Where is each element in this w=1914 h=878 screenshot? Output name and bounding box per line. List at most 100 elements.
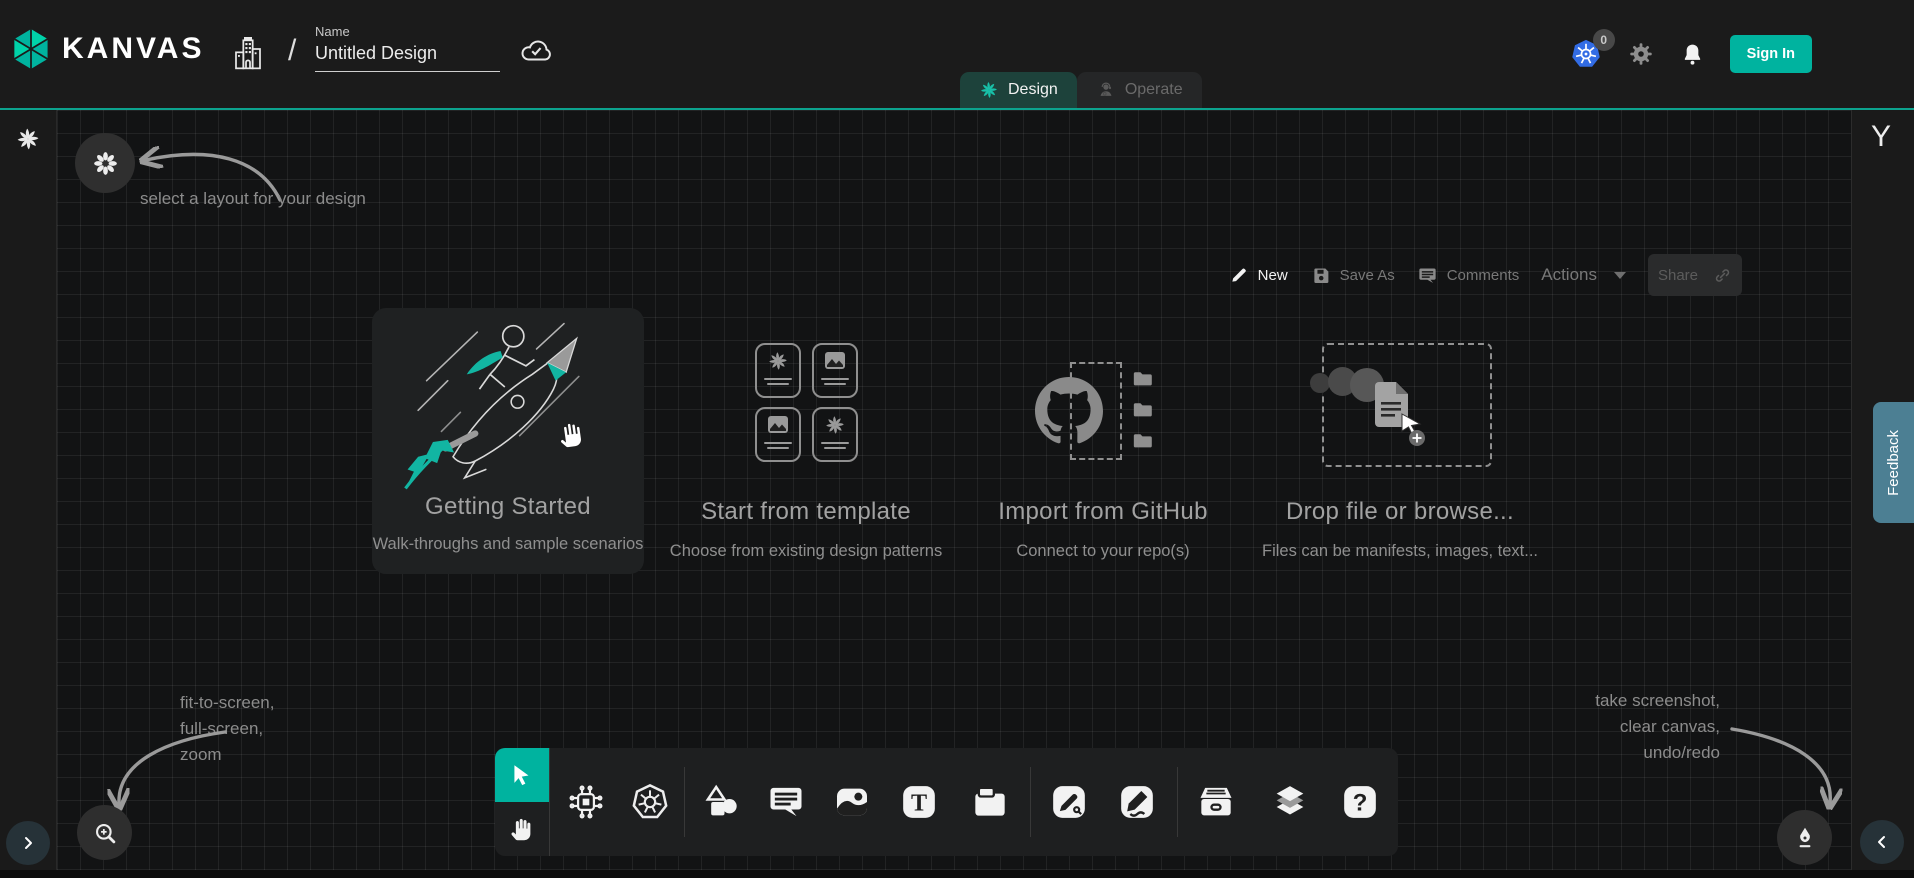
design-name-field: Name xyxy=(315,24,500,72)
meshery-pinwheel-icon[interactable] xyxy=(15,126,41,152)
brand-name: KANVAS xyxy=(62,32,204,66)
design-name-input[interactable] xyxy=(315,43,500,72)
folder-icon xyxy=(1128,368,1158,390)
template-title[interactable]: Start from template xyxy=(656,498,956,526)
bottom-edge-strip xyxy=(0,870,1914,878)
getting-started-subtitle: Walk-throughs and sample scenarios xyxy=(372,535,644,554)
organization-icon[interactable] xyxy=(232,32,264,74)
cluster-count-badge: 0 xyxy=(1593,29,1615,51)
github-subtitle: Connect to your repo(s) xyxy=(943,542,1263,561)
bell-icon[interactable] xyxy=(1679,41,1706,68)
kubernetes-tool-button[interactable] xyxy=(628,780,672,824)
hand-cursor-icon xyxy=(555,418,589,452)
comments-bubble-icon xyxy=(1417,265,1438,286)
layout-selector-button[interactable] xyxy=(75,133,135,193)
plus-badge xyxy=(1409,430,1425,446)
dock-divider xyxy=(1177,767,1178,837)
cloud-saved-icon[interactable] xyxy=(519,36,553,62)
pencil-icon xyxy=(1229,265,1249,285)
feedback-label: Feedback xyxy=(1885,430,1902,496)
gear-icon[interactable] xyxy=(1627,40,1655,68)
pan-tool-button[interactable] xyxy=(495,802,550,856)
shapes-tool-button[interactable] xyxy=(700,780,744,824)
sign-in-button[interactable]: Sign In xyxy=(1730,35,1812,73)
kanvas-app: KANVAS / Name xyxy=(0,0,1914,878)
brand-logo[interactable]: KANVAS xyxy=(12,28,204,70)
folder-icon xyxy=(1128,430,1158,452)
design-canvas[interactable]: New Save As Comments xyxy=(57,110,1851,870)
sketch-tool-button[interactable] xyxy=(1115,780,1159,824)
hint-arrow-screenshot xyxy=(1712,715,1872,815)
dock-divider xyxy=(1030,767,1031,837)
image-tool-button[interactable] xyxy=(830,780,874,824)
tab-design[interactable]: Design xyxy=(960,72,1077,108)
pen-tool-button[interactable] xyxy=(1047,780,1091,824)
layout-hint-text: select a layout for your design xyxy=(140,186,366,212)
caret-down-icon xyxy=(1614,272,1626,279)
new-button[interactable]: New xyxy=(1229,265,1288,285)
header-actions: 0 Sign In xyxy=(1569,0,1812,108)
help-tool-button[interactable]: ? xyxy=(1338,780,1382,824)
dock-divider xyxy=(684,767,685,837)
y-handle-glyph[interactable]: Y xyxy=(1871,120,1891,154)
zoom-button[interactable] xyxy=(77,805,132,860)
tab-operate[interactable]: Operate xyxy=(1077,72,1202,108)
pattern-pinwheel-icon xyxy=(824,414,846,436)
tab-operate-label: Operate xyxy=(1125,81,1183,99)
tab-design-label: Design xyxy=(1008,81,1058,99)
name-label: Name xyxy=(315,24,500,39)
component-circuit-icon xyxy=(567,783,605,821)
feedback-tab[interactable]: Feedback xyxy=(1873,402,1914,523)
catalog-tool-button[interactable] xyxy=(1194,780,1238,824)
tool-dock: T xyxy=(495,748,1398,856)
template-tile xyxy=(812,407,858,462)
layers-tool-button[interactable] xyxy=(1268,780,1312,824)
screenshot-hint-text: take screenshot, clear canvas, undo/redo xyxy=(1595,688,1720,766)
select-cursor-icon xyxy=(509,762,535,788)
share-link-icon xyxy=(1713,266,1732,285)
start-from-template-card[interactable] xyxy=(755,343,858,462)
save-as-button[interactable]: Save As xyxy=(1310,265,1395,286)
drop-trail-circle xyxy=(1310,373,1330,393)
select-tool-button[interactable] xyxy=(495,748,550,802)
left-rail xyxy=(0,110,57,870)
expand-left-panel-button[interactable] xyxy=(6,821,50,865)
catalog-drawer-icon xyxy=(1196,782,1236,822)
repo-folders xyxy=(1128,368,1158,452)
svg-text:T: T xyxy=(911,789,927,816)
chevron-right-icon xyxy=(20,835,36,851)
canvas-toolbar: New Save As Comments xyxy=(1229,253,1742,297)
template-tile xyxy=(755,343,801,398)
getting-started-card[interactable]: Getting Started Walk-throughs and sample… xyxy=(372,308,644,574)
template-tile xyxy=(812,343,858,398)
kubernetes-cluster-button[interactable]: 0 xyxy=(1569,37,1603,71)
screenshot-pen-button[interactable] xyxy=(1777,810,1832,865)
folder-icon xyxy=(1128,399,1158,421)
share-button[interactable]: Share xyxy=(1648,254,1742,296)
drop-title[interactable]: Drop file or browse... xyxy=(1230,498,1570,526)
hint-arrow-zoom xyxy=(97,718,237,818)
layout-flower-icon xyxy=(92,150,119,177)
text-tool-button[interactable]: T xyxy=(897,780,941,824)
collapse-right-panel-button[interactable] xyxy=(1860,820,1904,864)
component-tool-button[interactable] xyxy=(564,780,608,824)
operate-person-icon xyxy=(1096,80,1116,100)
chevron-left-icon xyxy=(1874,834,1890,850)
comments-button[interactable]: Comments xyxy=(1417,265,1520,286)
template-subtitle: Choose from existing design patterns xyxy=(656,542,956,561)
image-thumb-icon xyxy=(766,414,790,436)
actions-dropdown[interactable]: Actions xyxy=(1541,265,1626,285)
breadcrumb-separator: / xyxy=(288,34,296,68)
pan-hand-icon xyxy=(509,816,536,843)
text-icon: T xyxy=(899,782,939,822)
image-icon xyxy=(832,782,872,822)
github-icon[interactable] xyxy=(1035,377,1103,445)
comment-icon xyxy=(766,782,806,822)
pen-nib-icon xyxy=(1792,825,1818,851)
rocket-illustration xyxy=(383,313,633,498)
help-icon: ? xyxy=(1340,782,1380,822)
github-title[interactable]: Import from GitHub xyxy=(943,498,1263,526)
getting-started-title: Getting Started xyxy=(372,493,644,521)
comment-tool-button[interactable] xyxy=(764,780,808,824)
note-tool-button[interactable] xyxy=(968,780,1012,824)
